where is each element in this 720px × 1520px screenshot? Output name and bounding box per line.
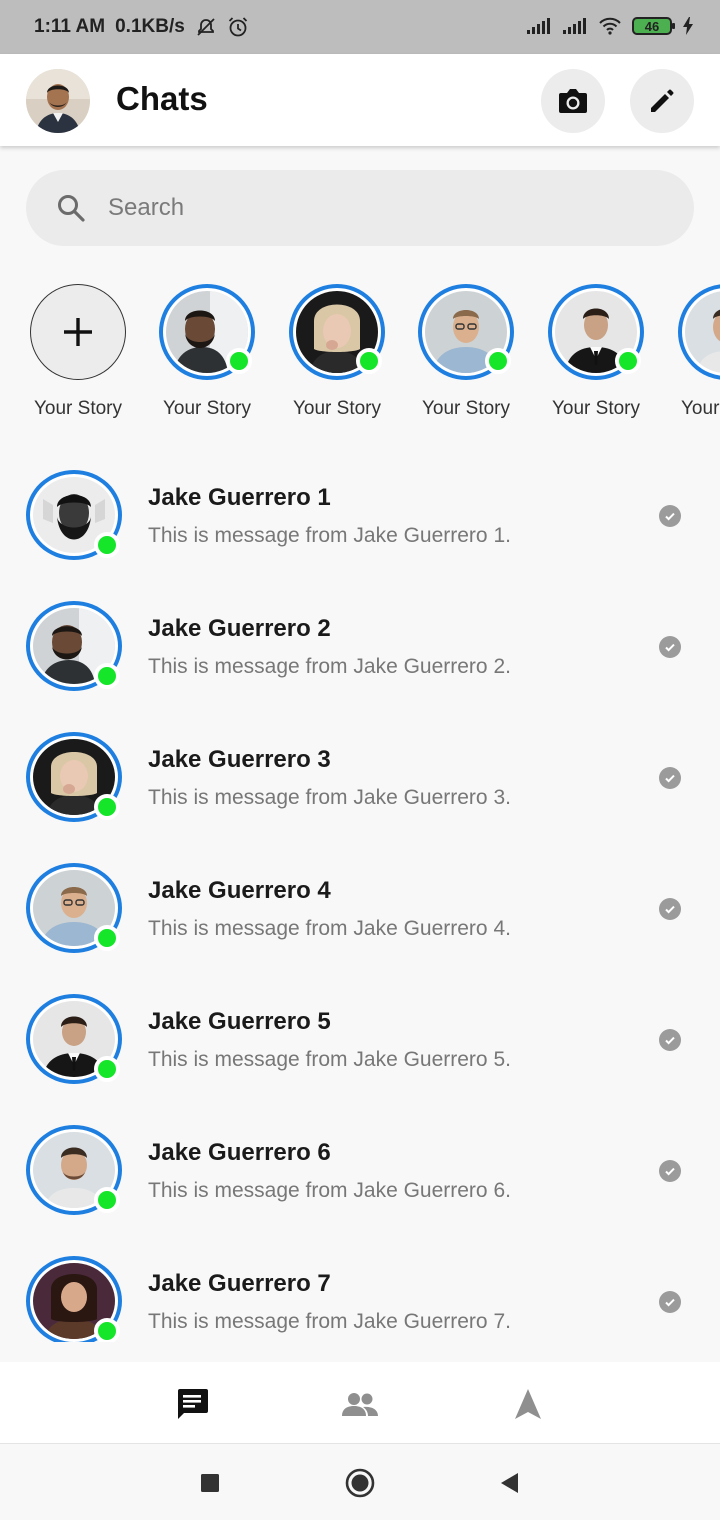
- online-indicator: [94, 794, 120, 820]
- battery-indicator: 46: [632, 17, 675, 35]
- online-indicator: [94, 1187, 120, 1213]
- chat-row[interactable]: Jake Guerrero 3 This is message from Jak…: [0, 728, 720, 859]
- recents-button[interactable]: [195, 1468, 225, 1498]
- bottom-nav: [0, 1362, 720, 1444]
- chat-preview: This is message from Jake Guerrero 2.: [148, 655, 511, 678]
- check-icon: [659, 1291, 681, 1313]
- network-speed: 0.1KB/s: [115, 16, 185, 37]
- stories-row: Your Story Your Story Your Story Your St…: [0, 282, 720, 432]
- back-button[interactable]: [494, 1468, 524, 1498]
- story-item[interactable]: Your: [666, 282, 720, 432]
- check-icon: [659, 1160, 681, 1182]
- signal-icon: [526, 17, 552, 35]
- chat-preview: This is message from Jake Guerrero 6.: [148, 1179, 511, 1202]
- online-indicator: [94, 532, 120, 558]
- story-label: Your Story: [33, 398, 122, 419]
- chat-row[interactable]: Jake Guerrero 4 This is message from Jak…: [0, 859, 720, 990]
- chat-name: Jake Guerrero 2: [148, 615, 331, 642]
- status-time: 1:11 AM: [34, 16, 106, 37]
- chat-name: Jake Guerrero 5: [148, 1008, 331, 1035]
- chat-name: Jake Guerrero 4: [148, 877, 331, 904]
- wifi-icon: [598, 17, 622, 35]
- chat-row[interactable]: Jake Guerrero 7 This is message from Jak…: [0, 1252, 720, 1342]
- nav-chats[interactable]: [172, 1384, 212, 1424]
- chat-name: Jake Guerrero 7: [148, 1270, 331, 1297]
- online-indicator: [485, 348, 511, 374]
- search-input[interactable]: [108, 194, 628, 222]
- online-indicator: [226, 348, 252, 374]
- story-item[interactable]: Your Story: [536, 282, 656, 432]
- story-item[interactable]: Your Story: [147, 282, 267, 432]
- chat-name: Jake Guerrero 6: [148, 1139, 331, 1166]
- online-indicator: [94, 663, 120, 689]
- app-bar: Chats: [0, 54, 720, 146]
- online-indicator: [94, 1056, 120, 1082]
- home-circle-icon: [345, 1468, 375, 1498]
- chat-list: Jake Guerrero 1 This is message from Jak…: [0, 466, 720, 1342]
- story-label: Your: [681, 398, 720, 419]
- signal-icon-2: [562, 17, 588, 35]
- story-item[interactable]: Your Story: [406, 282, 526, 432]
- chat-name: Jake Guerrero 1: [148, 484, 331, 511]
- check-icon: [659, 767, 681, 789]
- chat-preview: This is message from Jake Guerrero 4.: [148, 917, 511, 940]
- story-avatar: [685, 291, 720, 373]
- chat-preview: This is message from Jake Guerrero 5.: [148, 1048, 511, 1071]
- status-bar: 1:11 AM 0.1KB/s 46: [0, 0, 720, 54]
- online-indicator: [94, 1318, 120, 1342]
- story-label: Your Story: [292, 398, 381, 419]
- check-icon: [659, 505, 681, 527]
- pencil-icon: [648, 87, 676, 115]
- story-item[interactable]: Your Story: [277, 282, 397, 432]
- chat-name: Jake Guerrero 3: [148, 746, 331, 773]
- online-indicator: [615, 348, 641, 374]
- home-button[interactable]: [345, 1468, 375, 1498]
- online-indicator: [94, 925, 120, 951]
- chat-row[interactable]: Jake Guerrero 6 This is message from Jak…: [0, 1121, 720, 1252]
- search-bar[interactable]: [26, 170, 694, 246]
- profile-avatar[interactable]: [26, 69, 90, 133]
- discover-icon: [514, 1388, 542, 1420]
- search-icon: [54, 191, 88, 225]
- check-icon: [659, 1029, 681, 1051]
- page-title: Chats: [116, 80, 208, 117]
- story-label: Your Story: [162, 398, 251, 419]
- nav-discover[interactable]: [508, 1384, 548, 1424]
- check-icon: [659, 898, 681, 920]
- story-label: Your Story: [551, 398, 640, 419]
- chats-icon: [174, 1387, 210, 1421]
- chat-row[interactable]: Jake Guerrero 1 This is message from Jak…: [0, 466, 720, 597]
- charging-icon: [682, 16, 694, 36]
- alarm-icon: [227, 16, 249, 38]
- chat-row[interactable]: Jake Guerrero 2 This is message from Jak…: [0, 597, 720, 728]
- story-add[interactable]: Your Story: [18, 282, 138, 432]
- chat-row[interactable]: Jake Guerrero 5 This is message from Jak…: [0, 990, 720, 1121]
- chat-preview: This is message from Jake Guerrero 1.: [148, 524, 511, 547]
- battery-level: 46: [644, 18, 660, 34]
- check-icon: [659, 636, 681, 658]
- mute-notifications-icon: [195, 17, 217, 37]
- online-indicator: [356, 348, 382, 374]
- people-icon: [341, 1391, 379, 1417]
- plus-icon: [61, 315, 95, 349]
- story-avatar-ring: [678, 284, 720, 380]
- back-triangle-icon: [498, 1471, 520, 1495]
- camera-icon: [557, 87, 589, 115]
- chat-preview: This is message from Jake Guerrero 7.: [148, 1310, 511, 1333]
- new-message-button[interactable]: [630, 69, 694, 133]
- story-label: Your Story: [421, 398, 510, 419]
- add-story-button[interactable]: [30, 284, 126, 380]
- camera-button[interactable]: [541, 69, 605, 133]
- nav-people[interactable]: [340, 1384, 380, 1424]
- square-icon: [199, 1472, 221, 1494]
- system-nav-bar: [0, 1444, 720, 1520]
- chat-preview: This is message from Jake Guerrero 3.: [148, 786, 511, 809]
